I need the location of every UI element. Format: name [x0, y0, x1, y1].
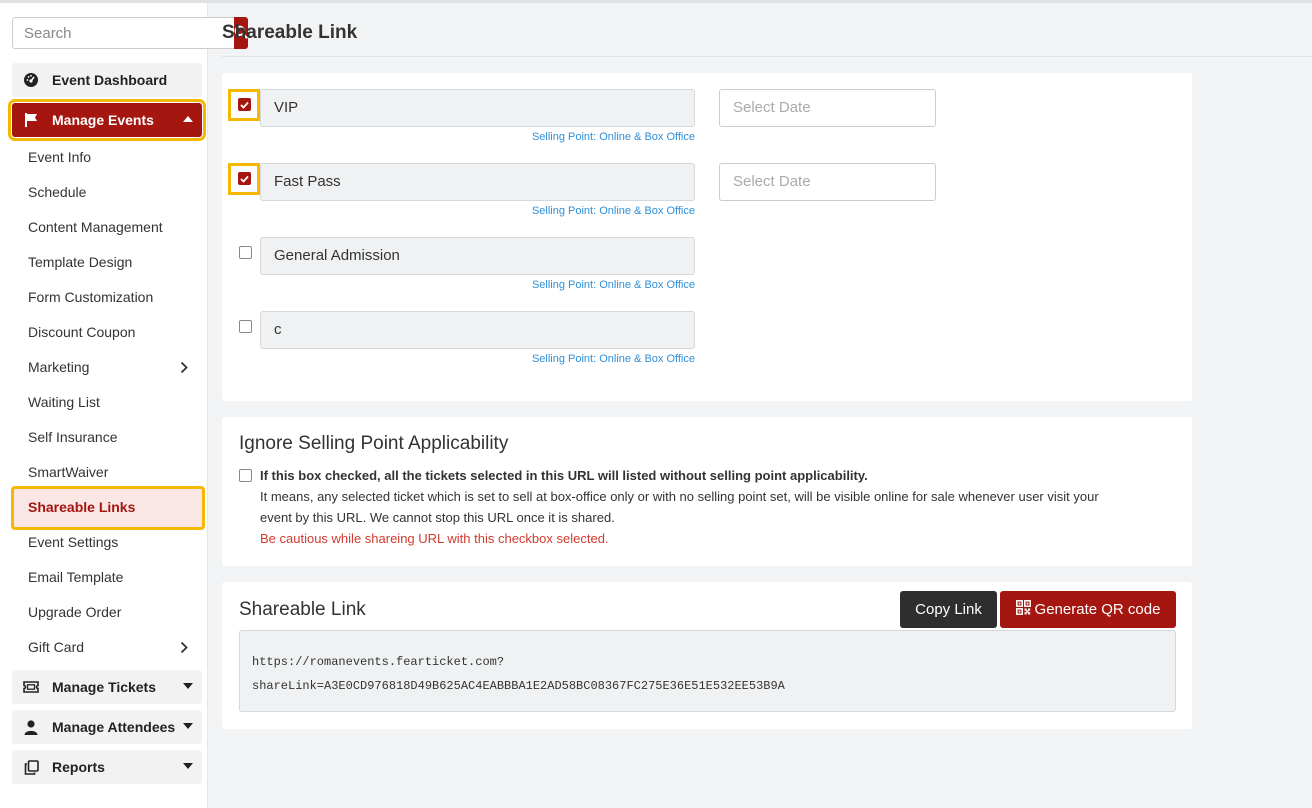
caret-down-icon: [183, 683, 193, 689]
sidebar-item-email-template[interactable]: Email Template: [28, 569, 123, 585]
copy-icon: [22, 758, 40, 776]
sidebar-item-content-management[interactable]: Content Management: [28, 219, 163, 235]
selling-point-label: Selling Point: Online & Box Office: [531, 279, 695, 291]
ignore-description: If this box checked, all the tickets sel…: [260, 465, 1180, 549]
sidebar-search: [12, 17, 248, 49]
ignore-bold-text: If this box checked, all the tickets sel…: [260, 468, 868, 483]
dashboard-icon: [22, 71, 40, 89]
ticket-name-field: c: [260, 311, 695, 349]
chevron-right-icon: [180, 641, 188, 657]
sidebar-item-upgrade-order[interactable]: Upgrade Order: [28, 604, 121, 620]
sidebar-item-shareable-links[interactable]: Shareable Links: [28, 499, 135, 515]
date-input[interactable]: Select Date: [719, 163, 936, 201]
caret-down-icon: [183, 723, 193, 729]
sidebar-item-discount-coupon[interactable]: Discount Coupon: [28, 324, 135, 340]
nav-reports[interactable]: Reports: [12, 750, 202, 784]
page-title: Shareable Link: [222, 22, 358, 43]
sidebar-item-smartwaiver[interactable]: SmartWaiver: [28, 464, 108, 480]
sidebar-item-event-settings[interactable]: Event Settings: [28, 534, 118, 550]
link-url-line: shareLink=A3E0CD976818D49B625AC4EABBBA1E…: [252, 679, 785, 693]
ticket-name-field: Fast Pass: [260, 163, 695, 201]
ticket-checkbox-c[interactable]: [239, 320, 252, 333]
selling-point-label: Selling Point: Online & Box Office: [531, 131, 695, 143]
chevron-right-icon: [180, 361, 188, 377]
nav-manage-attendees-label: Manage Attendees: [52, 719, 176, 735]
ticket-checkbox-general-admission[interactable]: [239, 246, 252, 259]
sidebar-item-event-info[interactable]: Event Info: [28, 149, 91, 165]
check-icon: [240, 101, 249, 109]
sidebar: Event Dashboard Manage Events Event Info…: [0, 3, 248, 808]
ignore-text-line: It means, any selected ticket which is s…: [260, 489, 1099, 504]
copy-link-button[interactable]: Copy Link: [900, 591, 997, 628]
ignore-selling-point-card: Ignore Selling Point Applicability If th…: [222, 417, 1192, 566]
shareable-link-card: Shareable Link Copy Link Generate QR cod…: [222, 582, 1192, 729]
qr-code-icon: [1015, 600, 1031, 619]
sidebar-item-marketing-label: Marketing: [28, 359, 90, 375]
sidebar-item-gift-card[interactable]: Gift Card: [28, 639, 188, 655]
selling-point-label: Selling Point: Online & Box Office: [531, 353, 695, 365]
nav-event-dashboard-label: Event Dashboard: [52, 72, 168, 88]
generate-qr-button[interactable]: Generate QR code: [1000, 591, 1176, 628]
sidebar-item-template-design[interactable]: Template Design: [28, 254, 132, 270]
ticket-checkbox-vip[interactable]: [238, 98, 251, 111]
search-input[interactable]: [12, 17, 234, 49]
generate-qr-label: Generate QR code: [1034, 601, 1161, 618]
shareable-link-title: Shareable Link: [239, 599, 366, 620]
caret-up-icon: [183, 116, 193, 122]
shareable-link-box[interactable]: https://romanevents.fearticket.com? shar…: [239, 630, 1176, 712]
ignore-warning-text: Be cautious while shareing URL with this…: [260, 531, 609, 546]
nav-manage-tickets-label: Manage Tickets: [52, 679, 157, 695]
sidebar-item-form-customization[interactable]: Form Customization: [28, 289, 153, 305]
ticket-icon: [22, 678, 40, 696]
nav-reports-label: Reports: [52, 759, 105, 775]
title-divider: [222, 56, 1312, 57]
nav-manage-attendees[interactable]: Manage Attendees: [12, 710, 202, 744]
user-icon: [22, 718, 40, 736]
nav-manage-events[interactable]: Manage Events: [8, 99, 206, 141]
link-url-line: https://romanevents.fearticket.com?: [252, 655, 505, 669]
nav-manage-events-label: Manage Events: [52, 112, 154, 128]
sidebar-item-marketing[interactable]: Marketing: [28, 359, 188, 375]
date-input[interactable]: Select Date: [719, 89, 936, 127]
sidebar-item-gift-card-label: Gift Card: [28, 639, 85, 655]
tickets-card: VIP Selling Point: Online & Box Office S…: [222, 73, 1192, 401]
nav-manage-tickets[interactable]: Manage Tickets: [12, 670, 202, 704]
ignore-section-title: Ignore Selling Point Applicability: [239, 433, 509, 454]
ignore-selling-point-checkbox[interactable]: [239, 469, 252, 482]
sidebar-item-self-insurance[interactable]: Self Insurance: [28, 429, 118, 445]
ticket-name-field: VIP: [260, 89, 695, 127]
ticket-checkbox-fast-pass[interactable]: [238, 172, 251, 185]
ignore-text-line: event by this URL. We cannot stop this U…: [260, 510, 615, 525]
ticket-name-field: General Admission: [260, 237, 695, 275]
sidebar-item-waiting-list[interactable]: Waiting List: [28, 394, 100, 410]
nav-event-dashboard[interactable]: Event Dashboard: [12, 63, 202, 97]
check-icon: [240, 175, 249, 183]
caret-down-icon: [183, 763, 193, 769]
sidebar-item-schedule[interactable]: Schedule: [28, 184, 86, 200]
flag-icon: [22, 111, 40, 129]
selling-point-label: Selling Point: Online & Box Office: [531, 205, 695, 217]
